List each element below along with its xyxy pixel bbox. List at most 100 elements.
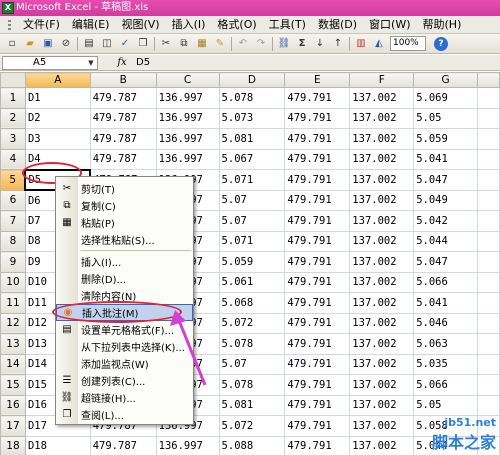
cell[interactable]: 137.002 bbox=[349, 271, 415, 293]
sort-ascending-icon[interactable]: ↓ bbox=[312, 36, 328, 52]
cell[interactable]: 479.791 bbox=[284, 251, 351, 273]
cell[interactable]: 5.081 bbox=[218, 394, 286, 416]
cell[interactable]: 137.002 bbox=[349, 128, 415, 150]
cell[interactable]: 5.071 bbox=[218, 169, 286, 191]
cell[interactable]: 479.791 bbox=[284, 394, 351, 416]
cell[interactable]: 479.791 bbox=[284, 189, 351, 211]
cell[interactable]: 137.002 bbox=[349, 87, 415, 109]
cell[interactable]: 479.787 bbox=[89, 435, 157, 455]
cell[interactable]: 137.002 bbox=[349, 435, 415, 455]
cell[interactable]: 479.791 bbox=[284, 87, 351, 109]
sort-descending-icon[interactable]: ↑ bbox=[330, 36, 346, 52]
cell[interactable]: 5.068 bbox=[218, 292, 286, 314]
context-menu-item[interactable]: 删除(D)... bbox=[56, 270, 193, 287]
context-menu-item[interactable]: ⧉ 复制(C) bbox=[56, 197, 193, 214]
column-header-a[interactable]: A bbox=[24, 72, 91, 88]
open-icon[interactable]: ▰ bbox=[22, 36, 38, 52]
chart-wizard-icon[interactable]: ▥ bbox=[353, 36, 369, 52]
cell[interactable] bbox=[477, 292, 500, 314]
row-header[interactable]: 8 bbox=[0, 230, 26, 252]
cell[interactable] bbox=[477, 148, 500, 170]
cell[interactable]: 5.059 bbox=[218, 251, 286, 273]
drawing-icon[interactable]: ◭ bbox=[371, 36, 387, 52]
row-header[interactable]: 1 bbox=[0, 87, 26, 109]
cell[interactable]: 5.069 bbox=[413, 87, 479, 109]
undo-icon[interactable]: ↶ bbox=[235, 36, 251, 52]
cell[interactable]: 5.047 bbox=[413, 251, 479, 273]
cell[interactable]: 479.787 bbox=[89, 87, 157, 109]
cell[interactable]: 479.791 bbox=[284, 415, 351, 437]
menu-edit[interactable]: 编辑(E) bbox=[67, 17, 115, 33]
cell[interactable]: D3 bbox=[24, 128, 91, 150]
row-header[interactable]: 18 bbox=[0, 435, 26, 455]
row-header[interactable]: 6 bbox=[0, 189, 26, 211]
cell[interactable]: 479.791 bbox=[284, 210, 351, 232]
column-header-g[interactable]: G bbox=[413, 72, 479, 88]
cell[interactable] bbox=[477, 107, 500, 129]
cell[interactable]: 5.05 bbox=[413, 394, 479, 416]
cell[interactable]: D18 bbox=[24, 435, 91, 455]
row-header[interactable]: 12 bbox=[0, 312, 26, 334]
cell[interactable]: 479.791 bbox=[284, 107, 351, 129]
context-menu-item[interactable]: ⛓ 超链接(H)... bbox=[56, 389, 193, 406]
zoom-select[interactable]: 100% bbox=[390, 36, 426, 51]
spelling-icon[interactable]: ✓ bbox=[117, 36, 133, 52]
cell[interactable]: 136.997 bbox=[155, 148, 220, 170]
row-header[interactable]: 3 bbox=[0, 128, 26, 150]
cell[interactable]: 5.078 bbox=[218, 374, 286, 396]
cell[interactable]: 5.046 bbox=[413, 312, 479, 334]
cell[interactable]: 5.072 bbox=[218, 415, 286, 437]
cell[interactable]: 5.059 bbox=[413, 128, 479, 150]
cell[interactable]: 137.002 bbox=[349, 333, 415, 355]
cell[interactable]: 137.002 bbox=[349, 312, 415, 334]
row-header[interactable]: 15 bbox=[0, 374, 26, 396]
cell[interactable]: 479.791 bbox=[284, 128, 351, 150]
cell[interactable] bbox=[477, 312, 500, 334]
context-menu-item[interactable]: ✂ 剪切(T) bbox=[56, 180, 193, 197]
row-header[interactable]: 13 bbox=[0, 333, 26, 355]
formula-input[interactable]: D5 bbox=[136, 57, 150, 68]
context-menu-item[interactable]: 添加监视点(W) bbox=[56, 355, 193, 372]
menu-data[interactable]: 数据(D) bbox=[313, 17, 362, 33]
row-header[interactable]: 11 bbox=[0, 292, 26, 314]
cell[interactable]: 479.791 bbox=[284, 435, 351, 455]
cell[interactable]: 479.791 bbox=[284, 312, 351, 334]
context-menu-item[interactable]: ▦ 粘贴(P) bbox=[56, 214, 193, 231]
cell[interactable]: 479.791 bbox=[284, 271, 351, 293]
menu-view[interactable]: 视图(V) bbox=[116, 17, 164, 33]
column-header-d[interactable]: D bbox=[218, 72, 286, 88]
menu-tools[interactable]: 工具(T) bbox=[264, 17, 311, 33]
cell[interactable]: 137.002 bbox=[349, 251, 415, 273]
cell[interactable]: 479.787 bbox=[89, 107, 157, 129]
cell[interactable]: 137.002 bbox=[349, 415, 415, 437]
column-header-f[interactable]: F bbox=[349, 72, 415, 88]
cell[interactable]: 5.042 bbox=[413, 210, 479, 232]
cell[interactable]: 5.066 bbox=[413, 271, 479, 293]
cell[interactable]: 479.787 bbox=[89, 148, 157, 170]
cell[interactable]: 136.997 bbox=[155, 87, 220, 109]
cell[interactable] bbox=[477, 169, 500, 191]
cell[interactable]: 5.035 bbox=[413, 353, 479, 375]
cell[interactable]: 479.791 bbox=[284, 169, 351, 191]
cell[interactable]: 5.041 bbox=[413, 292, 479, 314]
cell[interactable] bbox=[477, 374, 500, 396]
cell[interactable]: 5.078 bbox=[218, 333, 286, 355]
cell[interactable]: 479.791 bbox=[284, 353, 351, 375]
context-menu-item[interactable]: 插入(I)... bbox=[56, 253, 193, 270]
cell[interactable] bbox=[477, 87, 500, 109]
cell[interactable]: 5.047 bbox=[413, 169, 479, 191]
row-header[interactable]: 4 bbox=[0, 148, 26, 170]
cell[interactable] bbox=[477, 251, 500, 273]
cell[interactable] bbox=[477, 230, 500, 252]
print-icon[interactable]: ▤ bbox=[81, 36, 97, 52]
column-header-b[interactable]: B bbox=[89, 72, 157, 88]
row-header[interactable]: 2 bbox=[0, 107, 26, 129]
paste-icon[interactable]: ▦ bbox=[194, 36, 210, 52]
cell[interactable] bbox=[477, 271, 500, 293]
cell[interactable]: 5.088 bbox=[218, 435, 286, 455]
cell[interactable]: 137.002 bbox=[349, 230, 415, 252]
cell[interactable]: 5.041 bbox=[413, 148, 479, 170]
cell[interactable]: 136.997 bbox=[155, 128, 220, 150]
cell[interactable]: 479.787 bbox=[89, 128, 157, 150]
cell[interactable]: D2 bbox=[24, 107, 91, 129]
